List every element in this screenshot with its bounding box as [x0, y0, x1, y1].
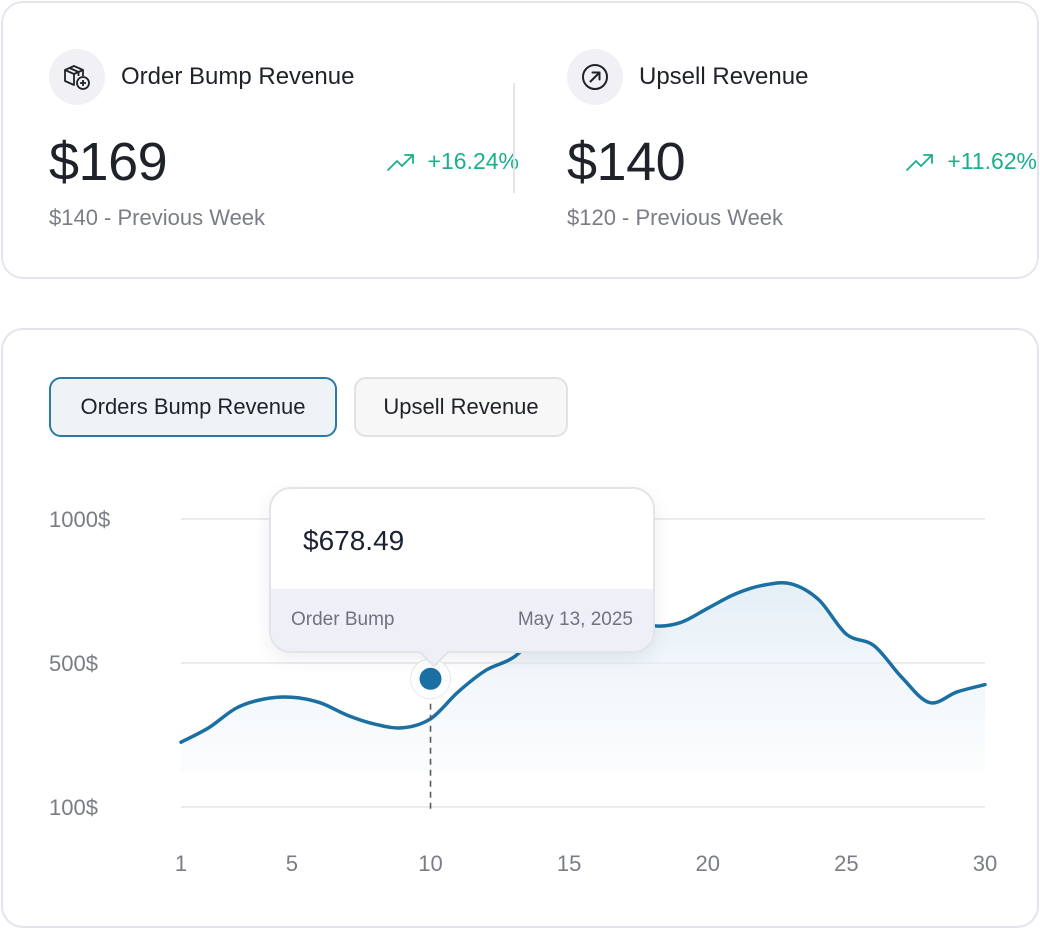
- x-tick-label: 10: [418, 851, 442, 876]
- x-tick-label: 30: [973, 851, 997, 876]
- box-add-icon: [49, 49, 105, 105]
- metric-order-bump: Order Bump Revenue $169 +16.24% $140 - P…: [49, 3, 519, 277]
- metric-title: Upsell Revenue: [639, 63, 809, 90]
- y-tick-label: 500$: [49, 651, 98, 676]
- x-tick-label: 5: [286, 851, 298, 876]
- metric-upsell: Upsell Revenue $140 +11.62% $120 - Previ…: [567, 3, 1037, 277]
- kpi-card: Order Bump Revenue $169 +16.24% $140 - P…: [1, 1, 1039, 279]
- y-tick-label: 100$: [49, 795, 98, 820]
- chart-tooltip: $678.49 Order Bump May 13, 2025: [269, 487, 655, 668]
- tooltip-date: May 13, 2025: [517, 609, 633, 630]
- divider: [513, 83, 515, 193]
- y-tick-label: 1000$: [49, 507, 110, 532]
- metric-previous: $140 - Previous Week: [49, 205, 266, 230]
- x-tick-label: 20: [696, 851, 720, 876]
- x-tick-label: 25: [834, 851, 858, 876]
- x-tick-label: 1: [175, 851, 187, 876]
- metric-value: $140: [567, 132, 686, 192]
- metric-change-value: +16.24%: [427, 148, 519, 174]
- highlight-point[interactable]: [419, 667, 442, 690]
- trend-up-icon: [906, 153, 934, 171]
- metric-change: +11.62%: [905, 148, 1037, 175]
- tooltip-footer: Order Bump May 13, 2025: [271, 589, 653, 651]
- tooltip-series: Order Bump: [291, 609, 395, 630]
- metric-previous: $120 - Previous Week: [567, 205, 784, 230]
- arrow-up-right-circle-icon: [567, 49, 623, 105]
- metric-change-value: +11.62%: [947, 148, 1037, 174]
- tab-upsell-revenue[interactable]: Upsell Revenue: [354, 377, 568, 437]
- x-tick-label: 15: [557, 851, 581, 876]
- metric-title: Order Bump Revenue: [121, 63, 355, 90]
- tab-orders-bump-revenue[interactable]: Orders Bump Revenue: [49, 377, 337, 437]
- metric-change: +16.24%: [386, 148, 519, 175]
- chart-card: 1000$ 500$ 100$ 1 5 10 15 20 25 30 Orders Bump Re…: [1, 328, 1039, 928]
- tooltip-value: $678.49: [303, 525, 405, 556]
- trend-up-icon: [386, 153, 414, 171]
- metric-value: $169: [49, 132, 168, 192]
